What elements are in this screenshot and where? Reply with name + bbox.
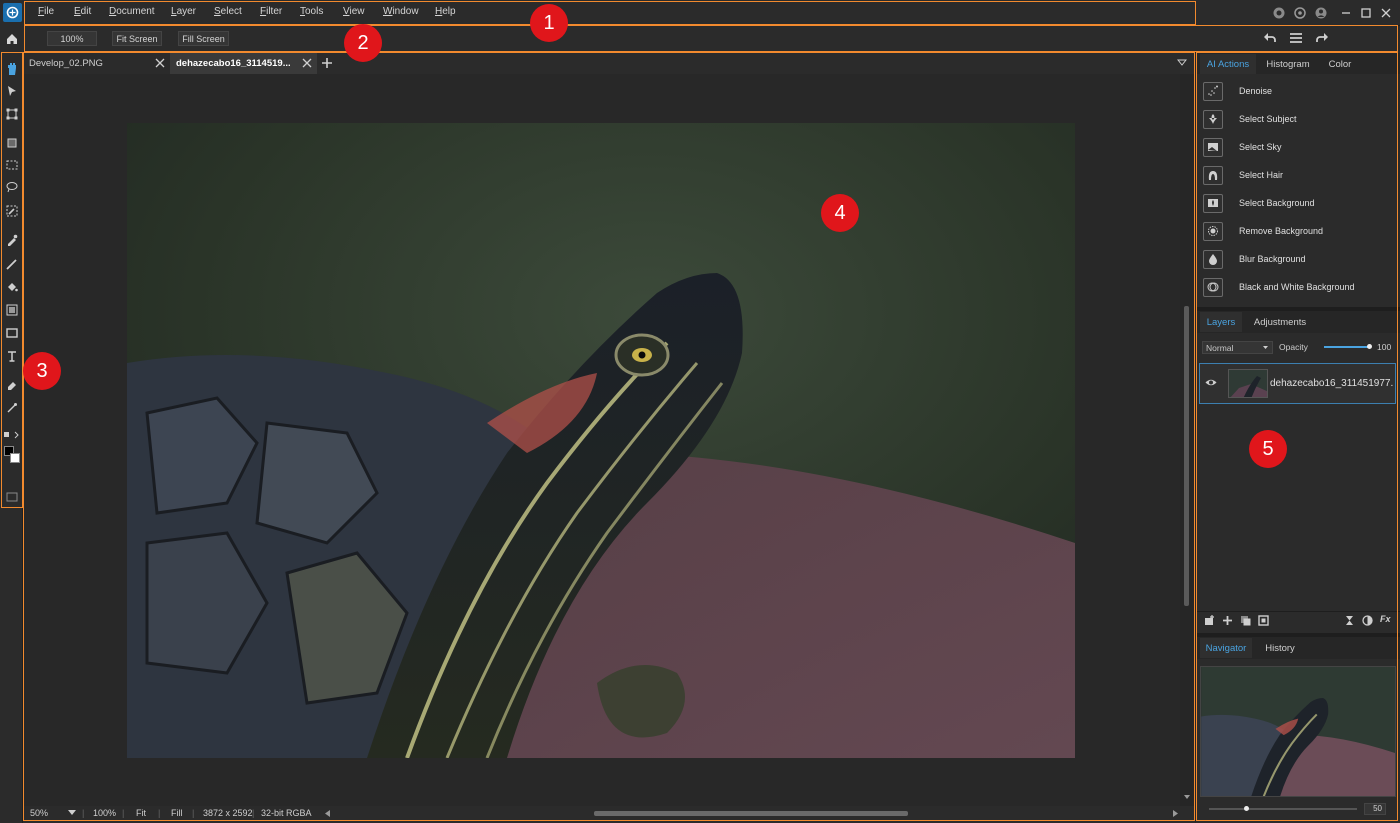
menu-region-outline [24, 1, 1196, 25]
notifications-icon[interactable] [1292, 5, 1308, 21]
app-logo[interactable] [3, 3, 22, 22]
canvas-region-outline [23, 52, 1195, 821]
maximize-icon[interactable] [1358, 5, 1374, 21]
toolbox-region-outline [1, 52, 23, 508]
marker-3: 3 [23, 352, 61, 390]
user-icon[interactable] [1313, 5, 1329, 21]
close-window-icon[interactable] [1378, 5, 1394, 21]
minimize-icon[interactable] [1338, 5, 1354, 21]
marker-1: 1 [530, 4, 568, 42]
panels-region-outline [1196, 52, 1398, 821]
account-icon[interactable] [1271, 5, 1287, 21]
marker-2: 2 [344, 24, 382, 62]
toolbar-region-outline [24, 25, 1398, 52]
marker-4: 4 [821, 194, 859, 232]
marker-5: 5 [1249, 430, 1287, 468]
home-icon[interactable] [0, 25, 25, 52]
